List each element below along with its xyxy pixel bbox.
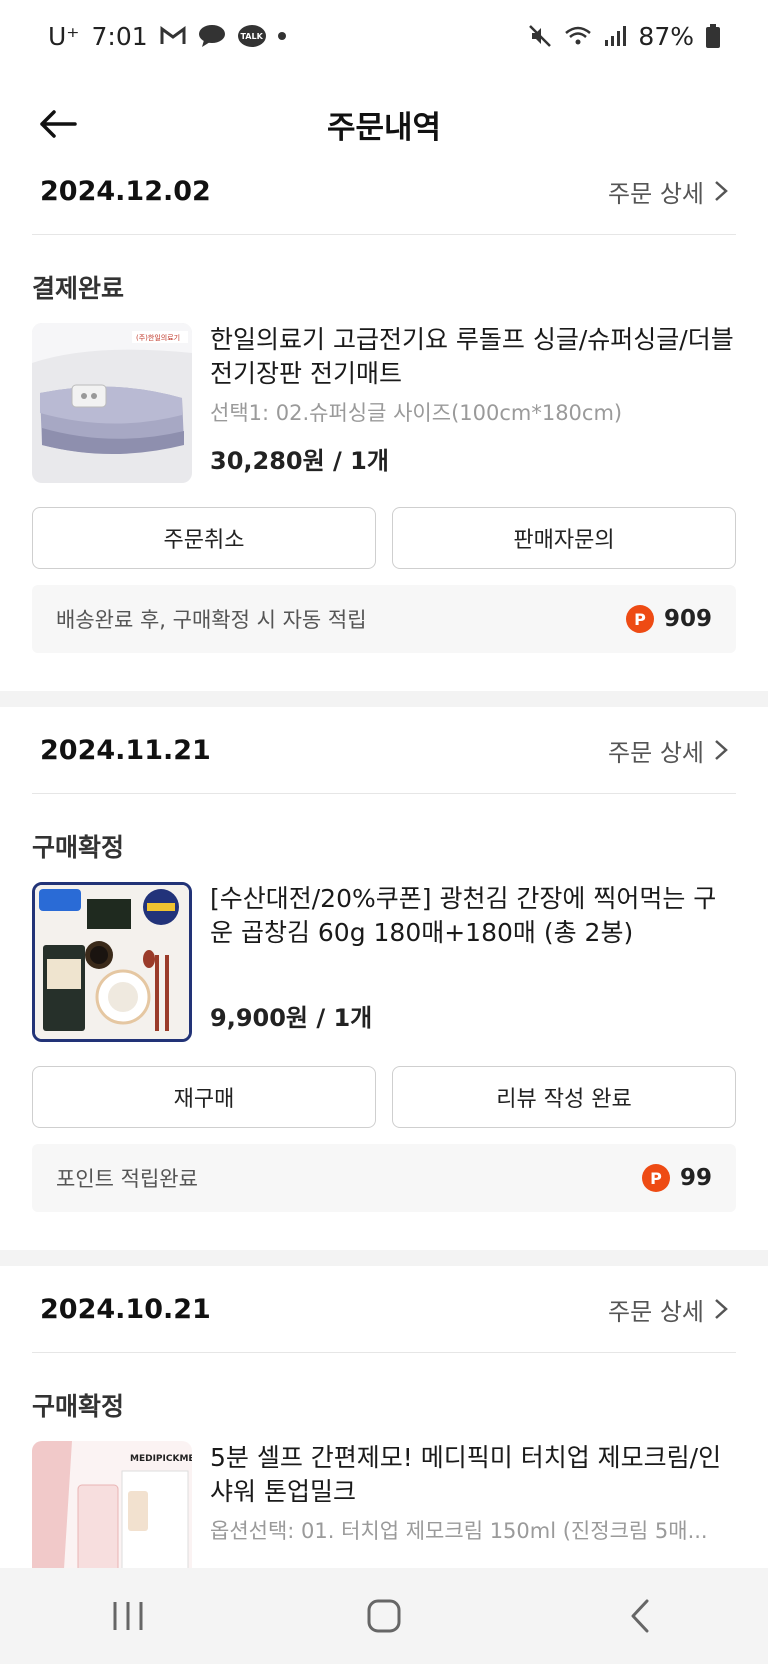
seller-inquiry-button[interactable]: 판매자문의 <box>392 507 736 569</box>
product-name: 한일의료기 고급전기요 루돌프 싱글/슈퍼싱글/더블 전기장판 전기매트 <box>210 325 734 388</box>
status-right: 87% <box>528 22 720 51</box>
product-image[interactable]: (주)한일의료기 <box>32 323 192 483</box>
order-list: 2024.12.02 주문 상세 결제완료 (주)한일의료기 한일의료기 고급전… <box>0 148 768 1601</box>
order-detail-link[interactable]: 주문 상세 <box>608 733 728 768</box>
chevron-right-icon <box>715 740 728 760</box>
nav-back-icon <box>631 1599 649 1633</box>
chevron-right-icon <box>715 1299 728 1319</box>
status-bar: U⁺ 7:01 TALK 87% <box>0 0 768 72</box>
product-info: 한일의료기 고급전기요 루돌프 싱글/슈퍼싱글/더블 전기장판 전기매트 선택1… <box>210 323 736 483</box>
point-info: 배송완료 후, 구매확정 시 자동 적립 P 909 <box>32 585 736 653</box>
point-value: 99 <box>679 1165 712 1191</box>
product-option: 선택1: 02.슈퍼싱글 사이즈(100cm*180cm) <box>210 401 623 425</box>
product-row[interactable]: (주)한일의료기 한일의료기 고급전기요 루돌프 싱글/슈퍼싱글/더블 전기장판… <box>32 323 736 483</box>
action-buttons: 주문취소 판매자문의 <box>32 507 736 569</box>
order-card: 2024.12.02 주문 상세 결제완료 (주)한일의료기 한일의료기 고급전… <box>0 148 768 653</box>
order-status: 결제완료 <box>32 274 125 303</box>
talk-icon: TALK <box>237 25 266 47</box>
order-card: 2024.11.21 주문 상세 구매확정 [수산대전/20%쿠폰] 광천김 간… <box>0 707 768 1212</box>
order-header: 2024.11.21 주문 상세 <box>32 707 736 794</box>
point-amount: P 99 <box>641 1164 712 1192</box>
order-separator <box>0 1250 768 1266</box>
recent-apps-button[interactable] <box>88 1586 168 1646</box>
order-header: 2024.12.02 주문 상세 <box>32 148 736 235</box>
point-text: 포인트 적립완료 <box>56 1167 198 1191</box>
status-left: U⁺ 7:01 TALK <box>48 22 286 51</box>
product-price: 9,900원 / 1개 <box>210 1004 373 1032</box>
order-detail-label: 주문 상세 <box>608 179 704 208</box>
page-title: 주문내역 <box>326 109 442 146</box>
product-price: 30,280원 / 1개 <box>210 447 389 475</box>
chat-icon <box>198 24 226 48</box>
product-name: 5분 셀프 간편제모! 메디픽미 터치업 제모크림/인샤워 톤업밀크 <box>210 1443 722 1506</box>
point-icon: P <box>625 605 654 633</box>
gmail-icon <box>160 26 186 46</box>
product-brand-label: (주)한일의료기 <box>136 333 180 342</box>
notification-dot-icon <box>277 32 286 40</box>
product-row[interactable]: [수산대전/20%쿠폰] 광천김 간장에 찍어먹는 구운 곱창김 60g 180… <box>32 882 736 1042</box>
system-nav-bar <box>0 1568 768 1664</box>
battery-label: 87% <box>638 21 694 51</box>
wifi-icon <box>564 25 592 47</box>
signal-icon <box>604 25 627 47</box>
point-amount: P 909 <box>625 605 712 633</box>
home-button[interactable] <box>344 1586 424 1646</box>
review-done-button[interactable]: 리뷰 작성 완료 <box>392 1066 736 1128</box>
order-detail-label: 주문 상세 <box>608 1297 704 1326</box>
order-date: 2024.11.21 <box>40 734 211 766</box>
order-separator <box>0 691 768 707</box>
order-date: 2024.10.21 <box>40 1293 211 1325</box>
time-label: 7:01 <box>91 21 148 51</box>
order-date: 2024.12.02 <box>40 175 211 207</box>
product-info: [수산대전/20%쿠폰] 광천김 간장에 찍어먹는 구운 곱창김 60g 180… <box>210 882 736 1042</box>
order-status: 구매확정 <box>32 1392 125 1421</box>
point-text: 배송완료 후, 구매확정 시 자동 적립 <box>56 608 367 632</box>
repurchase-button[interactable]: 재구매 <box>32 1066 376 1128</box>
point-value: 909 <box>663 606 712 632</box>
cancel-order-button[interactable]: 주문취소 <box>32 507 376 569</box>
order-detail-label: 주문 상세 <box>608 738 704 767</box>
mute-icon <box>528 24 552 48</box>
product-brand-label: MEDIPICKME <box>130 1454 192 1464</box>
point-icon: P <box>641 1164 670 1192</box>
order-detail-link[interactable]: 주문 상세 <box>608 1292 728 1327</box>
product-option: 옵션선택: 01. 터치업 제모크림 150ml (진정크림 5매... <box>210 1519 708 1543</box>
back-arrow-icon <box>40 110 77 138</box>
home-icon <box>367 1599 401 1633</box>
point-info: 포인트 적립완료 P 99 <box>32 1144 736 1212</box>
action-buttons: 재구매 리뷰 작성 완료 <box>32 1066 736 1128</box>
nav-back-button[interactable] <box>600 1586 680 1646</box>
product-image[interactable] <box>32 882 192 1042</box>
order-card: 2024.10.21 주문 상세 구매확정 MEDIPICKME 5분 셀프 간… <box>0 1266 768 1601</box>
order-detail-link[interactable]: 주문 상세 <box>608 174 728 209</box>
product-name: [수산대전/20%쿠폰] 광천김 간장에 찍어먹는 구운 곱창김 60g 180… <box>210 884 717 947</box>
chevron-right-icon <box>715 181 728 201</box>
battery-icon <box>706 24 720 48</box>
order-status: 구매확정 <box>32 833 125 862</box>
recent-apps-icon <box>113 1602 143 1630</box>
back-button[interactable] <box>30 96 86 152</box>
carrier-label: U⁺ <box>48 21 80 51</box>
order-header: 2024.10.21 주문 상세 <box>32 1266 736 1353</box>
